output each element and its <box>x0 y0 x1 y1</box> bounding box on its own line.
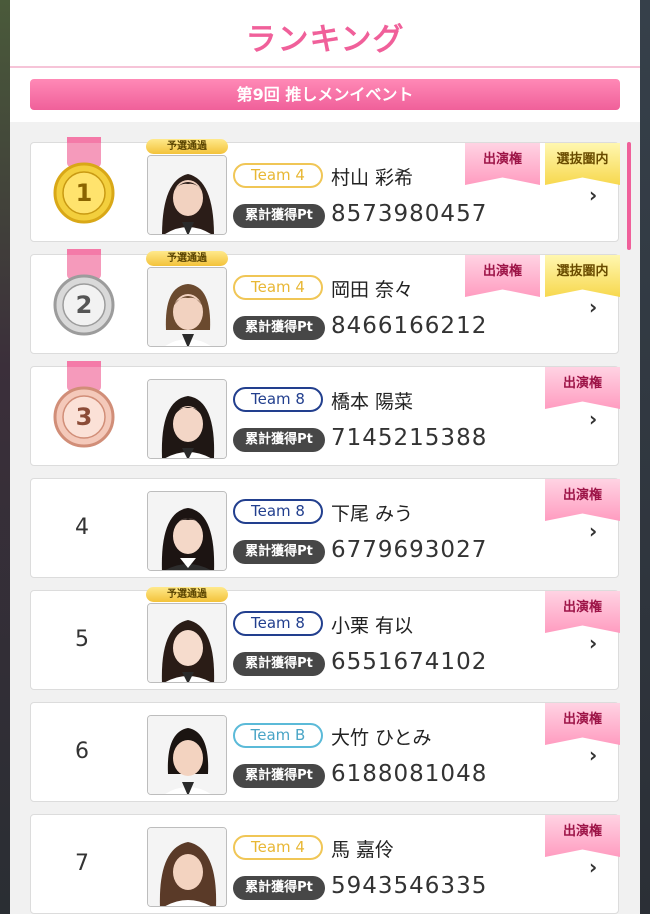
ranking-row-1[interactable]: 1 予選通過 Team 4 村山 彩希 累計獲得Pt 8573980457 出演… <box>30 137 620 242</box>
ranking-row-5[interactable]: 5 予選通過 Team 8 小栗 有以 累計獲得Pt 6551674102 出演… <box>30 587 620 690</box>
avatar[interactable] <box>147 267 227 347</box>
team-badge: Team 8 <box>233 387 323 412</box>
selection-zone-tag: 選抜圏内 <box>545 255 620 297</box>
ranking-row-7[interactable]: 7 Team 4 馬 嘉伶 累計獲得Pt 5943546335 出演権 › <box>30 814 620 914</box>
qualify-badge: 予選通過 <box>146 139 228 154</box>
member-name: 岡田 奈々 <box>331 279 414 301</box>
member-name: 下尾 みう <box>331 503 414 525</box>
gold-medal-icon: 1 <box>53 137 115 224</box>
rank-number: 5 <box>75 627 89 652</box>
title-divider <box>10 66 640 68</box>
appearance-right-tag: 出演権 <box>465 143 540 185</box>
points-label: 累計獲得Pt <box>233 540 325 564</box>
scrollbar[interactable] <box>627 142 631 250</box>
member-name: 橋本 陽菜 <box>331 391 414 413</box>
ranking-panel: ランキング 第9回 推しメンイベント 1 予選通過 Team 4 村山 彩希 累… <box>10 0 640 914</box>
appearance-right-tag: 出演権 <box>545 367 620 409</box>
member-name: 小栗 有以 <box>331 615 414 637</box>
qualify-badge: 予選通過 <box>146 251 228 266</box>
bronze-medal-icon: 3 <box>53 361 115 448</box>
background-right-edge <box>640 0 650 914</box>
qualify-badge: 予選通過 <box>146 587 228 602</box>
appearance-right-tag: 出演権 <box>545 703 620 745</box>
team-badge: Team 8 <box>233 611 323 636</box>
avatar[interactable] <box>147 715 227 795</box>
member-name: 村山 彩希 <box>331 167 414 189</box>
background-left-edge <box>0 0 10 914</box>
points-value: 6551674102 <box>331 649 488 675</box>
points-label: 累計獲得Pt <box>233 876 325 900</box>
points-label: 累計獲得Pt <box>233 204 325 228</box>
ranking-row-2[interactable]: 2 予選通過 Team 4 岡田 奈々 累計獲得Pt 8466166212 出演… <box>30 249 620 354</box>
appearance-right-tag: 出演権 <box>545 591 620 633</box>
avatar[interactable] <box>147 491 227 571</box>
points-value: 5943546335 <box>331 873 488 899</box>
appearance-right-tag: 出演権 <box>545 479 620 521</box>
ranking-row-6[interactable]: 6 Team B 大竹 ひとみ 累計獲得Pt 6188081048 出演権 › <box>30 702 620 802</box>
ranking-row-3[interactable]: 3 Team 8 橋本 陽菜 累計獲得Pt 7145215388 出演権 › <box>30 361 620 466</box>
selection-zone-tag: 選抜圏内 <box>545 143 620 185</box>
team-badge: Team 8 <box>233 499 323 524</box>
chevron-right-icon[interactable]: › <box>589 519 597 543</box>
team-badge: Team 4 <box>233 275 323 300</box>
rank-number: 6 <box>75 739 89 764</box>
points-value: 8573980457 <box>331 201 488 227</box>
rank-number: 7 <box>75 851 89 876</box>
points-label: 累計獲得Pt <box>233 652 325 676</box>
team-badge: Team 4 <box>233 163 323 188</box>
rank-number: 4 <box>75 515 89 540</box>
points-label: 累計獲得Pt <box>233 316 325 340</box>
points-value: 7145215388 <box>331 425 488 451</box>
chevron-right-icon[interactable]: › <box>589 295 597 319</box>
medal-rank-label: 1 <box>76 179 93 207</box>
chevron-right-icon[interactable]: › <box>589 407 597 431</box>
points-value: 6188081048 <box>331 761 488 787</box>
chevron-right-icon[interactable]: › <box>589 631 597 655</box>
avatar[interactable] <box>147 379 227 459</box>
appearance-right-tag: 出演権 <box>545 815 620 857</box>
avatar[interactable] <box>147 603 227 683</box>
page-title: ランキング <box>245 22 405 58</box>
points-label: 累計獲得Pt <box>233 764 325 788</box>
ranking-list[interactable]: 1 予選通過 Team 4 村山 彩希 累計獲得Pt 8573980457 出演… <box>10 122 640 914</box>
team-badge: Team 4 <box>233 835 323 860</box>
appearance-right-tag: 出演権 <box>465 255 540 297</box>
team-badge: Team B <box>233 723 323 748</box>
medal-rank-label: 3 <box>76 403 93 431</box>
avatar[interactable] <box>147 827 227 907</box>
ranking-row-4[interactable]: 4 Team 8 下尾 みう 累計獲得Pt 6779693027 出演権 › <box>30 478 620 578</box>
medal-rank-label: 2 <box>76 291 93 319</box>
member-name: 大竹 ひとみ <box>331 727 432 749</box>
points-value: 8466166212 <box>331 313 488 339</box>
member-name: 馬 嘉伶 <box>331 839 395 861</box>
points-value: 6779693027 <box>331 537 488 563</box>
silver-medal-icon: 2 <box>53 249 115 336</box>
points-label: 累計獲得Pt <box>233 428 325 452</box>
chevron-right-icon[interactable]: › <box>589 743 597 767</box>
avatar[interactable] <box>147 155 227 235</box>
chevron-right-icon[interactable]: › <box>589 855 597 879</box>
chevron-right-icon[interactable]: › <box>589 183 597 207</box>
event-banner: 第9回 推しメンイベント <box>30 79 620 110</box>
